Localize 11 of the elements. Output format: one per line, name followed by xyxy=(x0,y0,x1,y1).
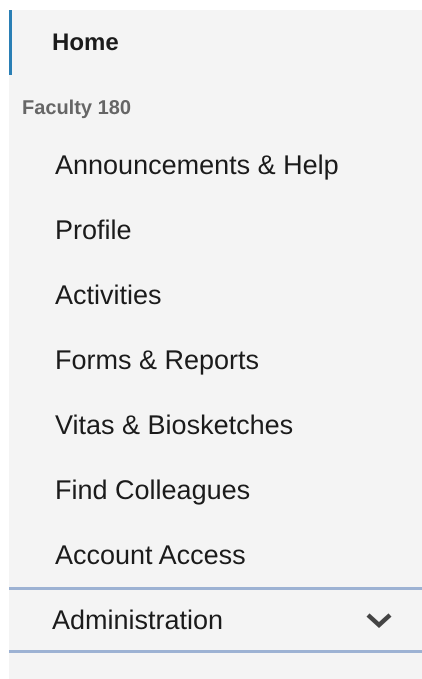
nav-link[interactable]: Account Access xyxy=(9,523,422,588)
nav-link[interactable]: Find Colleagues xyxy=(9,458,422,523)
section-heading: Faculty 180 xyxy=(21,96,132,121)
chevron-down-icon xyxy=(366,612,392,628)
nav-link[interactable]: Forms & Reports xyxy=(9,328,422,393)
administration-toggle[interactable]: Administration xyxy=(9,587,422,653)
home-link[interactable]: Home xyxy=(9,10,422,75)
nav-link[interactable]: Profile xyxy=(9,198,422,263)
nav-link[interactable]: Vitas & Biosketches xyxy=(9,393,422,458)
nav-link[interactable]: Announcements & Help xyxy=(9,133,422,198)
nav-link[interactable]: Activities xyxy=(9,263,422,328)
